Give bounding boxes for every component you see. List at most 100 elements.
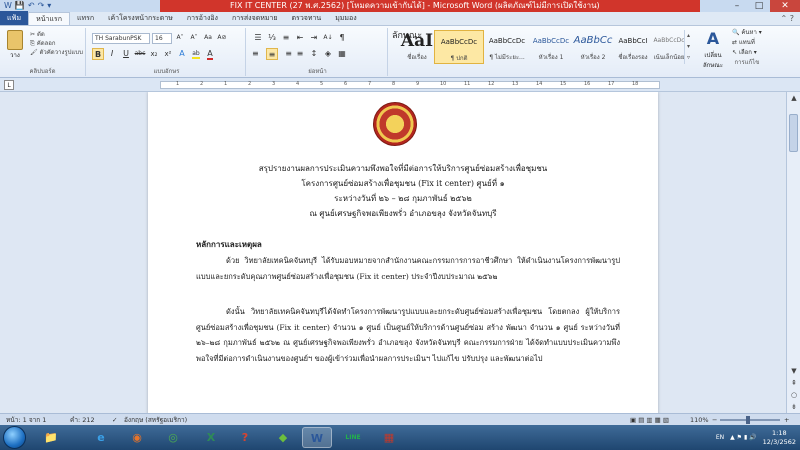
numbering-button[interactable]: ⅓	[266, 32, 278, 44]
cut-button[interactable]: ✂ ตัด	[30, 30, 83, 39]
taskbar-excel-tool-icon[interactable]: X	[196, 427, 226, 448]
heading-line-2: โครงการศูนย์ซ่อมสร้างเพื่อชุมชน (Fix it …	[301, 179, 505, 188]
taskbar-app-green-icon[interactable]: ◆	[268, 427, 298, 448]
shading-button[interactable]: ◈	[322, 48, 334, 60]
zoom-level[interactable]: 110%	[690, 415, 709, 425]
format-painter-button[interactable]: 🖌 ตัวคัดวางรูปแบบ	[30, 48, 83, 57]
tab-selector[interactable]: L	[4, 80, 14, 90]
highlight-button[interactable]: ab	[190, 48, 202, 60]
line-spacing-button[interactable]: ↕	[308, 48, 320, 60]
next-page-icon[interactable]: ⇟	[787, 401, 800, 413]
paragraph-row-2: ≡ ≡ ≡ ≡ ↕ ◈ ▦	[252, 48, 348, 60]
taskbar-internet-explorer-icon[interactable]: e	[86, 427, 116, 448]
maximize-button[interactable]: □	[748, 0, 770, 12]
document-area[interactable]: สรุปรายงานผลการประเมินความพึงพอใจที่มีต่…	[0, 92, 786, 413]
paste-button[interactable]: วาง	[4, 30, 26, 60]
scroll-down-icon[interactable]: ▼	[787, 365, 800, 377]
multilevel-list-button[interactable]: ≡	[280, 32, 292, 44]
taskbar-chrome-icon[interactable]: ◎	[158, 427, 188, 448]
text-effects-button[interactable]: A	[176, 48, 188, 60]
view-buttons[interactable]: ▣ ▤ ▥ ▦ ▧	[630, 415, 669, 425]
minimize-button[interactable]: –	[726, 0, 748, 12]
ruler-tick: 7	[368, 81, 372, 87]
font-row-2: B I U abc x₂ x² A ab A	[92, 48, 216, 60]
language[interactable]: อังกฤษ (สหรัฐอเมริกา)	[124, 415, 187, 425]
tab-mailings[interactable]: การส่งจดหมาย	[225, 12, 285, 25]
tab-insert[interactable]: แทรก	[70, 12, 101, 25]
tab-review[interactable]: ตรวจทาน	[285, 12, 329, 25]
change-case-button[interactable]: Aa	[202, 32, 214, 44]
increase-indent-button[interactable]: ⇥	[308, 32, 320, 44]
decrease-indent-button[interactable]: ⇤	[294, 32, 306, 44]
taskbar-line-icon[interactable]: LINE	[338, 427, 368, 448]
clipboard-group-label: คลิปบอร์ด	[29, 68, 56, 75]
word-count[interactable]: คำ: 212	[70, 415, 95, 425]
font-size-select[interactable]: 16	[152, 32, 172, 44]
font-color-button[interactable]: A	[204, 48, 216, 60]
taskbar-app-red-icon[interactable]: ?	[230, 427, 260, 448]
tab-view[interactable]: มุมมอง	[328, 12, 363, 25]
undo-icon[interactable]: ↶	[28, 1, 35, 11]
justify-button[interactable]: ≡	[294, 48, 306, 60]
tab-home[interactable]: หน้าแรก	[28, 12, 70, 25]
clear-formatting-button[interactable]: A⊘	[216, 32, 228, 44]
shrink-font-button[interactable]: A˅	[188, 32, 200, 44]
taskbar-app-calendar-icon[interactable]: ▦	[374, 427, 404, 448]
bullets-button[interactable]: ☰	[252, 32, 264, 44]
redo-icon[interactable]: ↷	[38, 1, 45, 11]
borders-button[interactable]: ▦	[336, 48, 348, 60]
paragraph-row-1: ☰ ⅓ ≡ ⇤ ⇥ A↓ ¶	[252, 32, 348, 44]
underline-button[interactable]: U	[120, 48, 132, 60]
taskbar-folder-icon[interactable]: 📁	[36, 427, 66, 448]
find-button[interactable]: 🔍 ค้นหา ▾	[732, 28, 762, 38]
close-button[interactable]: ✕	[770, 0, 800, 12]
align-right-button[interactable]: ≡	[280, 48, 292, 60]
copy-button[interactable]: ⎘ คัดลอก	[30, 39, 83, 48]
show-marks-button[interactable]: ¶	[336, 32, 348, 44]
style-no-spacing[interactable]: AaBbCcDc ¶ ไม่มีระยะ...	[482, 30, 532, 64]
center-button[interactable]: ≡	[266, 48, 278, 60]
superscript-button[interactable]: x²	[162, 48, 174, 60]
zoom-in-button[interactable]: +	[784, 415, 789, 425]
align-left-button[interactable]: ≡	[252, 48, 264, 60]
word-app-icon[interactable]: W	[4, 1, 12, 11]
change-styles-button[interactable]: A เปลี่ยน ลักษณะ	[698, 28, 728, 70]
taskbar-word-icon[interactable]: W	[302, 427, 332, 448]
previous-page-icon[interactable]: ⇞	[787, 377, 800, 389]
styles-gallery-scroll[interactable]: ▴ ▾ ▿	[684, 30, 692, 64]
tab-file[interactable]: แฟ้ม	[0, 11, 29, 25]
strikethrough-button[interactable]: abc	[134, 48, 146, 60]
style-normal[interactable]: AaBbCcDc ¶ ปกติ	[434, 30, 484, 64]
scroll-thumb[interactable]	[789, 114, 798, 152]
clock[interactable]: 1:18 12/3/2562	[763, 429, 796, 447]
grow-font-button[interactable]: A˄	[174, 32, 186, 44]
bold-button[interactable]: B	[92, 48, 104, 60]
font-group: TH SarabunPSK 16 A˄ A˅ Aa A⊘ B I U abc x…	[88, 28, 246, 76]
scroll-up-icon[interactable]: ▲	[787, 92, 800, 104]
start-button[interactable]	[3, 426, 26, 449]
horizontal-ruler[interactable]: L 1 2 1 2 3 4 5 6 7 8 9 10 11 12 13 14 15 16 17 18	[0, 78, 800, 92]
font-row-1: TH SarabunPSK 16 A˄ A˅ Aa A⊘	[92, 32, 228, 44]
tray-language[interactable]: EN	[716, 434, 724, 441]
font-name-select[interactable]: TH SarabunPSK	[92, 32, 150, 44]
page-count[interactable]: หน้า: 1 จาก 1	[6, 415, 46, 425]
replace-button[interactable]: ⇄ แทนที่	[732, 38, 762, 48]
proofing-icon[interactable]: ✓	[112, 415, 117, 425]
zoom-slider-handle[interactable]	[746, 416, 750, 424]
document-page[interactable]: สรุปรายงานผลการประเมินความพึงพอใจที่มีต่…	[148, 92, 658, 413]
sort-button[interactable]: A↓	[322, 32, 334, 44]
zoom-out-button[interactable]: −	[712, 415, 717, 425]
taskbar-firefox-icon[interactable]: ◉	[122, 427, 152, 448]
browse-object-icon[interactable]: ○	[787, 389, 800, 401]
zoom-slider[interactable]	[720, 419, 780, 421]
save-icon[interactable]: 💾	[15, 1, 25, 11]
tab-page-layout[interactable]: เค้าโครงหน้ากระดาษ	[101, 12, 180, 25]
italic-button[interactable]: I	[106, 48, 118, 60]
subscript-button[interactable]: x₂	[148, 48, 160, 60]
customize-qat-icon[interactable]: ▾	[47, 1, 51, 11]
select-button[interactable]: ↖ เลือก ▾	[732, 48, 762, 58]
ribbon-collapse-icon[interactable]: ⌃ ?	[781, 12, 800, 25]
tab-references[interactable]: การอ้างอิง	[180, 12, 225, 25]
vertical-scrollbar[interactable]: ▲ ▼ ⇞ ○ ⇟	[786, 92, 800, 413]
tray-icons[interactable]: ▲ ⚑ ▮ 🔊	[730, 434, 757, 441]
